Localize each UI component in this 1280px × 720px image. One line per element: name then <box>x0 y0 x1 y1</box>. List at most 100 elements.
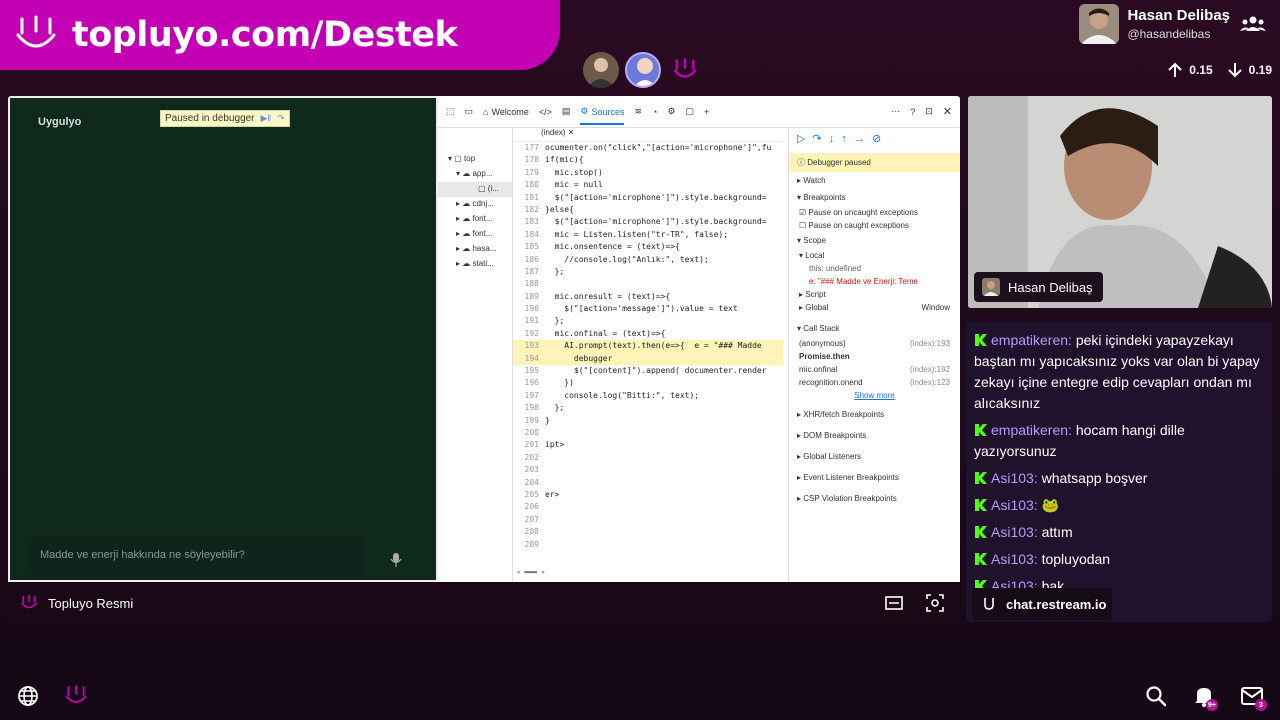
code-line[interactable]: 197 console.log("Bitti:", text); <box>513 390 783 402</box>
code-line[interactable]: 181 $("[action='microphone']").style.bac… <box>513 192 783 204</box>
line-number[interactable]: 198 <box>513 402 545 414</box>
code-line[interactable]: 177 ocumenter.on("click","[action='microp… <box>513 142 783 154</box>
settings-icon[interactable]: ⚙ <box>667 106 675 117</box>
event-listener-section[interactable]: ▸ Event Listener Breakpoints <box>789 469 960 486</box>
call-stack-frame[interactable]: mic.onfinal (index):192 <box>789 363 960 376</box>
users-icon[interactable] <box>1240 14 1266 34</box>
code-line[interactable]: 187 }; <box>513 266 783 278</box>
scope-section[interactable]: ▾ Scope <box>789 232 960 249</box>
breakpoints-section[interactable]: ▾ Breakpoints <box>789 189 960 206</box>
horizontal-scrollbar[interactable]: ◂ ▬▬▬ ▸ <box>516 568 776 576</box>
elements-icon[interactable]: </> <box>539 107 552 117</box>
line-number[interactable]: 181 <box>513 192 545 204</box>
chat-username[interactable]: empatikeren <box>991 332 1068 348</box>
uncaught-checkbox[interactable]: ☑ Pause on uncaught exceptions <box>789 206 960 219</box>
nav-item[interactable]: ▢ (i... <box>438 182 512 197</box>
caught-checkbox[interactable]: ☐ Pause on caught exceptions <box>789 219 960 232</box>
code-line[interactable]: 194 debugger <box>513 352 783 366</box>
chat-username[interactable]: Asi103 <box>991 551 1034 567</box>
line-number[interactable]: 206 <box>513 501 545 513</box>
line-number[interactable]: 184 <box>513 229 545 241</box>
line-number[interactable]: 209 <box>513 539 545 551</box>
code-line[interactable]: 196 }) <box>513 377 783 389</box>
line-number[interactable]: 194 <box>513 353 545 365</box>
chat-username[interactable]: Asi103 <box>991 470 1034 486</box>
dom-section[interactable]: ▸ DOM Breakpoints <box>789 427 960 444</box>
scope-global[interactable]: ▸ Global Window <box>789 301 960 314</box>
line-number[interactable]: 200 <box>513 427 545 439</box>
code-line[interactable]: 202 <box>513 452 783 464</box>
line-number[interactable]: 195 <box>513 365 545 377</box>
call-stack-section[interactable]: ▾ Call Stack <box>789 320 960 337</box>
line-number[interactable]: 188 <box>513 278 545 290</box>
line-number[interactable]: 187 <box>513 266 545 278</box>
line-number[interactable]: 207 <box>513 514 545 526</box>
code-line[interactable]: 205 er> <box>513 489 783 501</box>
dock-icon[interactable]: ⊡ <box>925 106 933 117</box>
scope-script[interactable]: ▸ Script <box>789 288 960 301</box>
nav-item[interactable]: ▸ ☁ cdnj... <box>438 197 512 212</box>
resume-icon[interactable]: ▶‖ <box>261 113 272 124</box>
step-icon[interactable]: ↷ <box>277 113 285 124</box>
xhr-section[interactable]: ▸ XHR/fetch Breakpoints <box>789 406 960 423</box>
code-line[interactable]: 192 mic.onfinal = (text)=>{ <box>513 328 783 340</box>
code-line[interactable]: 203 <box>513 464 783 476</box>
code-line[interactable]: 204 <box>513 477 783 489</box>
code-line[interactable]: 209 <box>513 539 783 551</box>
nav-item[interactable]: ▾ ▢ top <box>438 152 512 167</box>
line-number[interactable]: 208 <box>513 526 545 538</box>
code-line[interactable]: 188 <box>513 278 783 290</box>
console-icon[interactable]: ▤ <box>562 106 571 117</box>
line-number[interactable]: 197 <box>513 390 545 402</box>
line-number[interactable]: 193 <box>513 340 545 352</box>
fullscreen-icon[interactable] <box>926 594 944 612</box>
line-number[interactable]: 192 <box>513 328 545 340</box>
code-line[interactable]: 199} <box>513 415 783 427</box>
code-line[interactable]: 198 }; <box>513 402 783 414</box>
code-line[interactable]: 182}else{ <box>513 204 783 216</box>
code-line[interactable]: 180 mic = null <box>513 179 783 191</box>
more-icon[interactable]: ⋯ <box>891 106 900 117</box>
watch-section[interactable]: ▸ Watch <box>789 172 960 189</box>
inspect-icon[interactable]: ⬚ <box>446 106 455 117</box>
line-number[interactable]: 196 <box>513 377 545 389</box>
line-number[interactable]: 191 <box>513 315 545 327</box>
search-icon[interactable] <box>1145 685 1167 707</box>
tab-sources[interactable]: ⚙ Sources <box>580 106 625 125</box>
close-icon[interactable]: ✕ <box>943 105 952 118</box>
nav-item[interactable]: ▸ ☁ font... <box>438 227 512 242</box>
code-line[interactable]: 191 }; <box>513 315 783 327</box>
code-line[interactable]: 195 $("[content]").append( documenter.re… <box>513 365 783 377</box>
nav-item[interactable]: ▸ ☁ stati... <box>438 257 512 272</box>
line-number[interactable]: 185 <box>513 241 545 253</box>
code-line[interactable]: 178 if(mic){ <box>513 154 783 166</box>
line-number[interactable]: 204 <box>513 477 545 489</box>
line-number[interactable]: 205 <box>513 489 545 501</box>
chat-username[interactable]: Asi103 <box>991 497 1034 513</box>
wifi-icon[interactable]: ≋ <box>634 106 642 117</box>
restream-badge[interactable]: chat.restream.io <box>972 588 1112 620</box>
microphone-icon[interactable] <box>390 552 402 568</box>
code-line[interactable]: 179 mic.stop() <box>513 167 783 179</box>
message-input[interactable]: Madde ve enerji hakkında ne söyleyebilir… <box>30 536 365 576</box>
line-number[interactable]: 186 <box>513 254 545 266</box>
line-number[interactable]: 178 <box>513 154 545 166</box>
guest-avatar[interactable] <box>583 52 619 88</box>
line-number[interactable]: 182 <box>513 204 545 216</box>
call-stack-frame[interactable]: recognition.onend (index):123 <box>789 376 960 389</box>
application-icon[interactable]: ▢ <box>686 106 695 117</box>
show-more-link[interactable]: Show more <box>789 389 960 402</box>
code-line[interactable]: 186 //console.log("Anlık:", text); <box>513 254 783 266</box>
code-line[interactable]: 193 AI.prompt(text).then(e=>{ e = "### M… <box>513 340 783 353</box>
code-line[interactable]: 183 $("[action='microphone']").style.bac… <box>513 216 783 228</box>
code-line[interactable]: 185 mic.onsentence = (text)=>{ <box>513 241 783 253</box>
line-number[interactable]: 202 <box>513 452 545 464</box>
nav-item[interactable]: ▾ ☁ app... <box>438 167 512 182</box>
line-number[interactable]: 179 <box>513 167 545 179</box>
chat-username[interactable]: Asi103 <box>991 524 1034 540</box>
performance-icon[interactable]: ◔ <box>652 107 657 117</box>
call-stack-frame[interactable]: (anonymous) (index):193 <box>789 337 960 350</box>
code-line[interactable]: 206 <box>513 501 783 513</box>
topluyo-logo-icon[interactable] <box>64 684 88 708</box>
guest-avatar[interactable] <box>625 52 661 88</box>
